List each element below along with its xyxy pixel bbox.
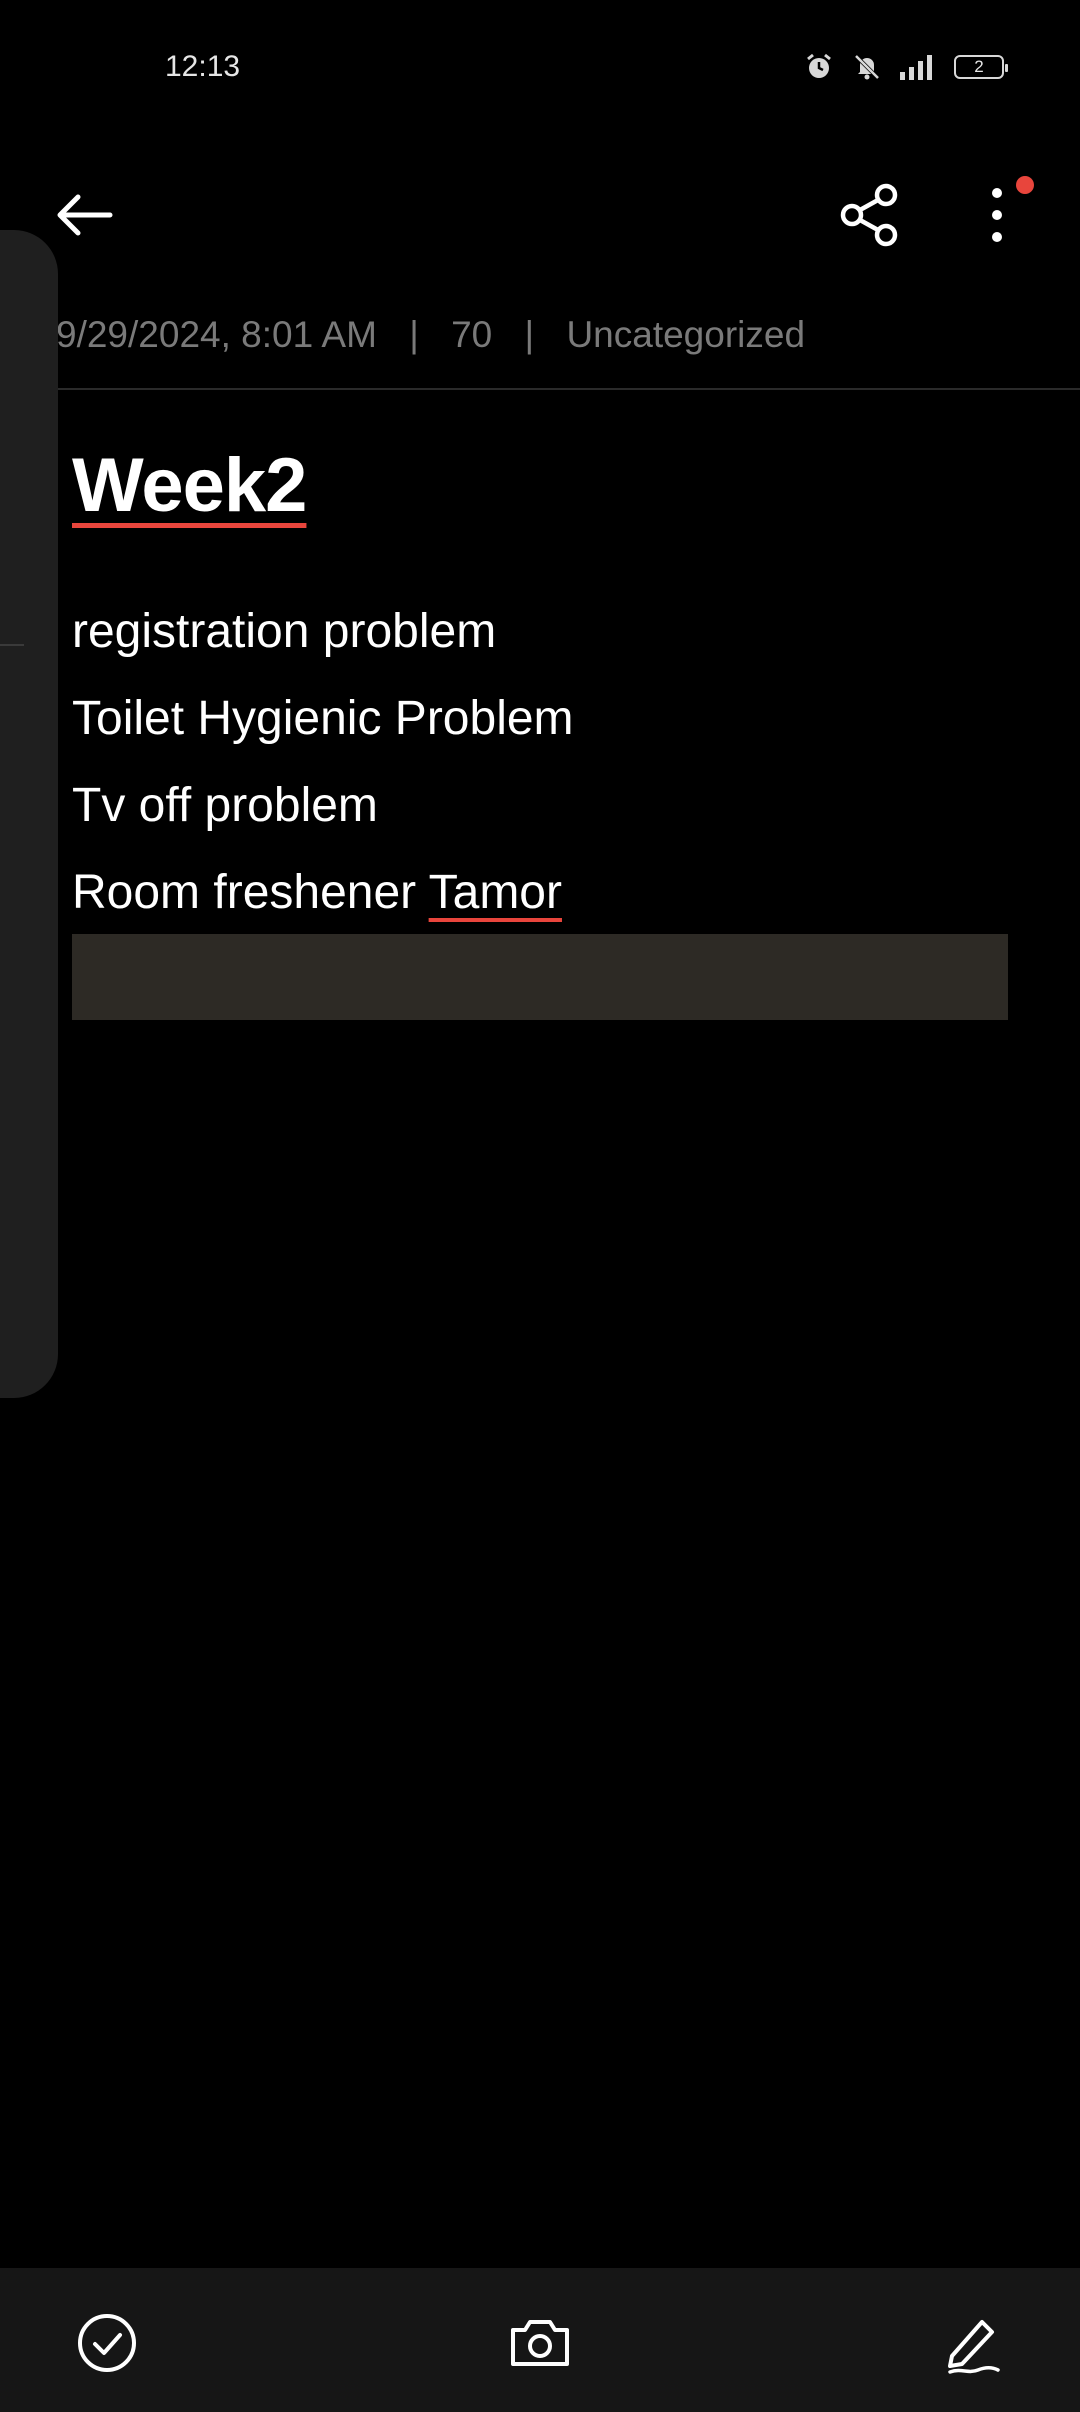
share-icon	[836, 183, 906, 254]
meta-separator: |	[409, 314, 419, 355]
checklist-button[interactable]	[72, 2308, 142, 2378]
note-line: Room freshener Tamor	[72, 849, 574, 936]
note-line: registration problem	[72, 605, 497, 658]
note-date: 9/29/2024, 8:01 AM	[56, 314, 377, 355]
note-line: Toilet Hygienic Problem	[72, 692, 574, 745]
back-button[interactable]	[48, 180, 118, 250]
alarm-icon	[804, 52, 834, 82]
note-line: Tv off problem	[72, 779, 378, 832]
top-toolbar	[0, 170, 1080, 260]
note-title[interactable]: Week2	[72, 442, 307, 529]
camera-icon	[505, 2320, 575, 2382]
note-count: 70	[451, 314, 493, 355]
status-icons: 2	[804, 52, 1008, 82]
misspelled-word: Tamor	[428, 866, 562, 919]
notification-dot	[1016, 176, 1034, 194]
check-circle-icon	[72, 2314, 142, 2382]
battery-icon: 2	[954, 55, 1008, 79]
note-category[interactable]: Uncategorized	[566, 314, 805, 355]
battery-level: 2	[974, 57, 984, 76]
note-meta: 9/29/2024, 8:01 AM | 70 | Uncategorized	[56, 314, 805, 356]
meta-divider	[56, 388, 1080, 390]
status-time: 12:13	[165, 50, 241, 83]
share-button[interactable]	[836, 180, 906, 250]
mute-icon	[852, 52, 882, 82]
more-vert-icon	[962, 188, 1032, 254]
note-line-prefix: Room freshener	[72, 866, 429, 919]
meta-separator: |	[524, 314, 535, 355]
edit-pen-icon	[938, 2320, 1008, 2382]
signal-icon	[900, 54, 936, 80]
handwriting-button[interactable]	[938, 2308, 1008, 2378]
highlight-block	[72, 934, 1008, 1020]
side-panel[interactable]	[0, 230, 58, 1398]
camera-button[interactable]	[505, 2308, 575, 2378]
note-body[interactable]: registration problem Toilet Hygienic Pro…	[72, 588, 574, 936]
side-panel-divider	[0, 644, 24, 646]
note-title-text: Week2	[72, 443, 307, 528]
back-arrow-icon	[48, 194, 118, 254]
bottom-toolbar	[0, 2268, 1080, 2412]
status-bar: 12:13 2	[0, 0, 1080, 130]
